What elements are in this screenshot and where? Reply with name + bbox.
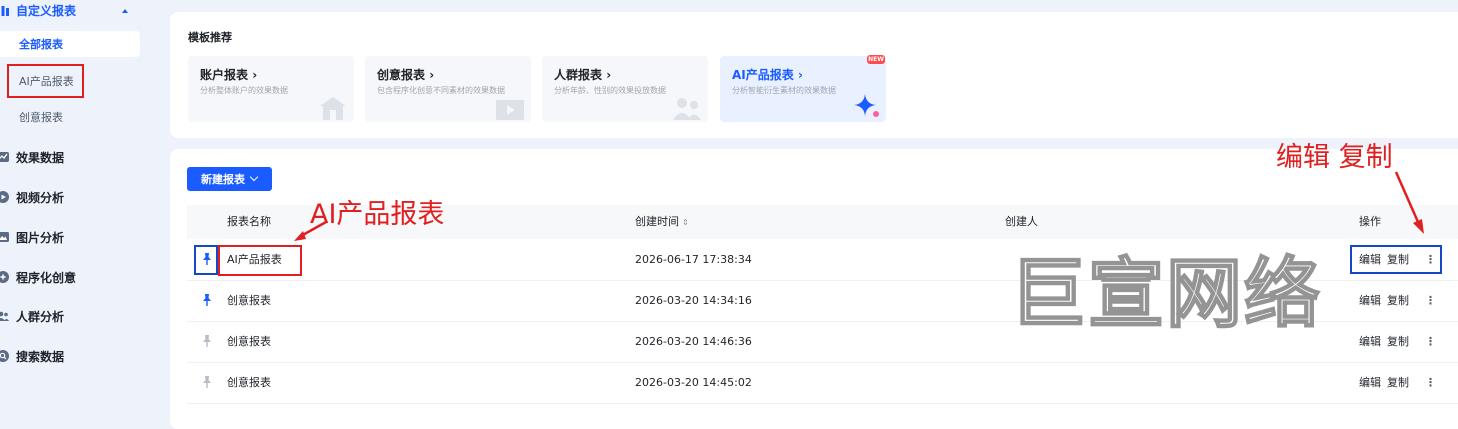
- annotation-arrows: [294, 171, 1424, 241]
- watermark-logo: 巨宣网络: [1009, 249, 1322, 338]
